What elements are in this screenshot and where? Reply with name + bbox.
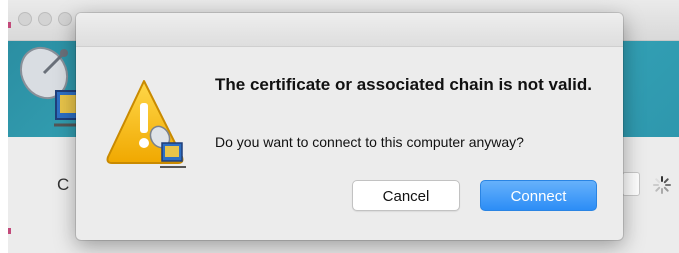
dialog-title: The certificate or associated chain is n… bbox=[215, 75, 592, 94]
zoom-window-button[interactable] bbox=[58, 12, 72, 26]
edge-accent bbox=[8, 22, 11, 28]
screen: C The certificate or associated chain is… bbox=[0, 0, 679, 253]
minimize-window-button[interactable] bbox=[38, 12, 52, 26]
background-input-field[interactable] bbox=[622, 172, 640, 196]
background-partial-label: C bbox=[57, 175, 70, 194]
dialog-titlebar bbox=[76, 13, 623, 47]
satellite-dish-icon bbox=[19, 46, 84, 127]
dialog-message: Do you want to connect to this computer … bbox=[215, 134, 524, 150]
close-window-button[interactable] bbox=[18, 12, 32, 26]
certificate-alert-dialog: The certificate or associated chain is n… bbox=[76, 13, 623, 240]
loading-spinner-icon bbox=[653, 176, 671, 194]
connect-button[interactable]: Connect bbox=[480, 180, 597, 211]
warning-triangle-remote-desktop-icon bbox=[106, 80, 186, 168]
edge-accent bbox=[8, 228, 11, 234]
cancel-button[interactable]: Cancel bbox=[352, 180, 460, 211]
